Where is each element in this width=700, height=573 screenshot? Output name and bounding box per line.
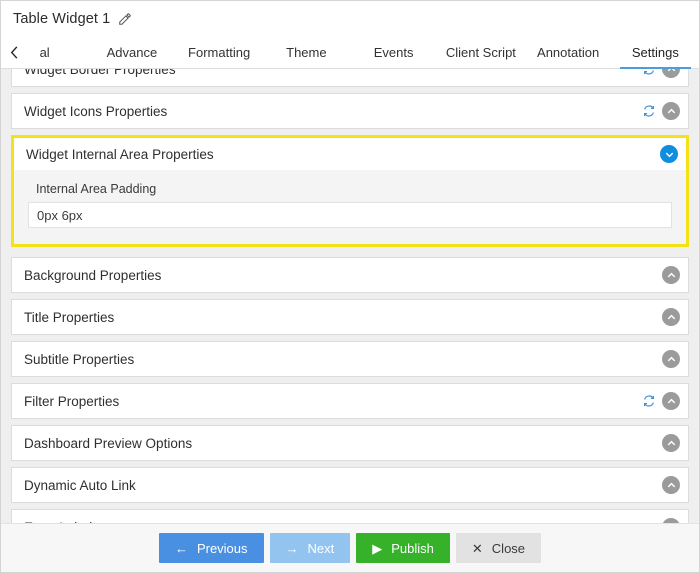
chevron-up-icon[interactable]	[662, 350, 680, 368]
chevron-up-icon[interactable]	[662, 69, 680, 78]
panel-subtitle-properties[interactable]: Subtitle Properties	[11, 341, 689, 377]
tab-label: Client Script	[445, 45, 516, 60]
panel-header[interactable]: Dynamic Auto Link	[12, 468, 688, 502]
next-button-label: Next	[307, 540, 335, 556]
panel-title: Subtitle Properties	[24, 351, 135, 367]
panel-extra-label[interactable]: Extra Label	[11, 509, 689, 523]
tab-label: Formatting	[188, 45, 251, 60]
panel-title: Filter Properties	[24, 393, 120, 409]
panel-title: Widget Border Properties	[24, 69, 176, 77]
panel-actions	[662, 518, 680, 523]
panel-title: Dynamic Auto Link	[24, 477, 136, 493]
close-button[interactable]: ✕ Close	[455, 533, 542, 563]
tab-advance[interactable]: Advance	[88, 37, 175, 68]
settings-scroller: Widget Border Properties Widget Icons Pr…	[1, 69, 699, 523]
tab-label: Advance	[106, 45, 158, 60]
panel-title: Extra Label	[24, 520, 662, 524]
chevron-up-icon[interactable]	[662, 476, 680, 494]
tab-label: Theme	[286, 45, 327, 60]
panel-actions	[642, 102, 680, 120]
panel-body: Internal Area Padding	[14, 170, 686, 244]
panel-actions	[662, 350, 680, 368]
panel-title: Widget Internal Area Properties	[26, 146, 214, 162]
chevron-left-icon[interactable]	[1, 37, 27, 68]
tab-bar: al Advance Formatting Theme Events Clien…	[1, 37, 699, 69]
panel-actions	[662, 476, 680, 494]
panel-header[interactable]: Widget Border Properties	[12, 69, 688, 86]
panel-header[interactable]: Widget Internal Area Properties	[14, 138, 686, 170]
panel-header[interactable]: Extra Label	[12, 510, 688, 523]
tab-formatting[interactable]: Formatting	[176, 37, 263, 68]
chevron-up-icon[interactable]	[662, 266, 680, 284]
publish-button[interactable]: ▶ Publish	[356, 533, 450, 563]
panel-widget-internal-area-properties[interactable]: Widget Internal Area Properties Internal…	[11, 135, 689, 247]
internal-area-padding-label: Internal Area Padding	[36, 182, 157, 196]
panel-filter-properties[interactable]: Filter Properties	[11, 383, 689, 419]
close-x-icon: ✕	[471, 540, 483, 556]
internal-area-padding-input[interactable]	[28, 202, 672, 228]
panel-title: Title Properties	[24, 309, 115, 325]
tab-label: Settings	[631, 45, 679, 60]
chevron-up-icon[interactable]	[662, 308, 680, 326]
panel-header[interactable]: Dashboard Preview Options	[12, 426, 688, 460]
panel-dynamic-auto-link[interactable]: Dynamic Auto Link	[11, 467, 689, 503]
panel-title-properties[interactable]: Title Properties	[11, 299, 689, 335]
panel-header[interactable]: Title Properties	[12, 300, 688, 334]
panel-actions	[660, 145, 678, 163]
pencil-edit-icon[interactable]	[118, 12, 132, 26]
panel-header[interactable]: Filter Properties	[12, 384, 688, 418]
tab-client-script[interactable]: Client Script	[437, 37, 524, 68]
tab-label: Annotation	[537, 45, 600, 60]
panel-title: Dashboard Preview Options	[24, 435, 193, 451]
panel-actions	[662, 308, 680, 326]
previous-button[interactable]: ← Previous	[158, 533, 264, 563]
panel-actions	[642, 392, 680, 410]
arrow-left-icon: ←	[174, 540, 188, 556]
arrow-right-icon: →	[285, 540, 299, 556]
panel-title: Background Properties	[24, 267, 162, 283]
panel-background-properties[interactable]: Background Properties	[11, 257, 689, 293]
chevron-down-icon[interactable]	[660, 145, 678, 163]
tab-label: Events	[373, 45, 414, 60]
publish-button-label: Publish	[391, 540, 434, 556]
panel-header[interactable]: Subtitle Properties	[12, 342, 688, 376]
panel-actions	[642, 69, 680, 78]
chevron-up-icon[interactable]	[662, 518, 680, 523]
refresh-icon[interactable]	[642, 69, 656, 76]
play-icon: ▶	[372, 540, 383, 556]
dialog-titlebar: Table Widget 1	[1, 1, 699, 37]
tab-label: al	[39, 45, 50, 60]
settings-panel-list[interactable]: Widget Border Properties Widget Icons Pr…	[1, 69, 699, 523]
previous-button-label: Previous	[196, 540, 248, 556]
panel-title: Widget Icons Properties	[24, 103, 168, 119]
tab-annotation[interactable]: Annotation	[525, 37, 612, 68]
panel-header[interactable]: Widget Icons Properties	[12, 94, 688, 128]
panel-actions	[662, 266, 680, 284]
chevron-up-icon[interactable]	[662, 392, 680, 410]
next-button[interactable]: → Next	[269, 533, 351, 563]
tab-events[interactable]: Events	[350, 37, 437, 68]
panel-widget-border-properties[interactable]: Widget Border Properties	[11, 69, 689, 87]
page-title: Table Widget 1	[13, 11, 111, 27]
close-button-label: Close	[491, 540, 526, 556]
panel-dashboard-preview-options[interactable]: Dashboard Preview Options	[11, 425, 689, 461]
refresh-icon[interactable]	[642, 394, 656, 408]
panel-header[interactable]: Background Properties	[12, 258, 688, 292]
panel-actions	[662, 434, 680, 452]
panel-widget-icons-properties[interactable]: Widget Icons Properties	[11, 93, 689, 129]
tab-settings[interactable]: Settings	[612, 37, 699, 69]
refresh-icon[interactable]	[642, 104, 656, 118]
chevron-up-icon[interactable]	[662, 102, 680, 120]
dialog-footer: ← Previous → Next ▶ Publish ✕ Close	[1, 523, 699, 572]
chevron-up-icon[interactable]	[662, 434, 680, 452]
tab-theme[interactable]: Theme	[263, 37, 350, 68]
widget-settings-dialog: Table Widget 1 al Advance Formatting The…	[0, 0, 700, 573]
